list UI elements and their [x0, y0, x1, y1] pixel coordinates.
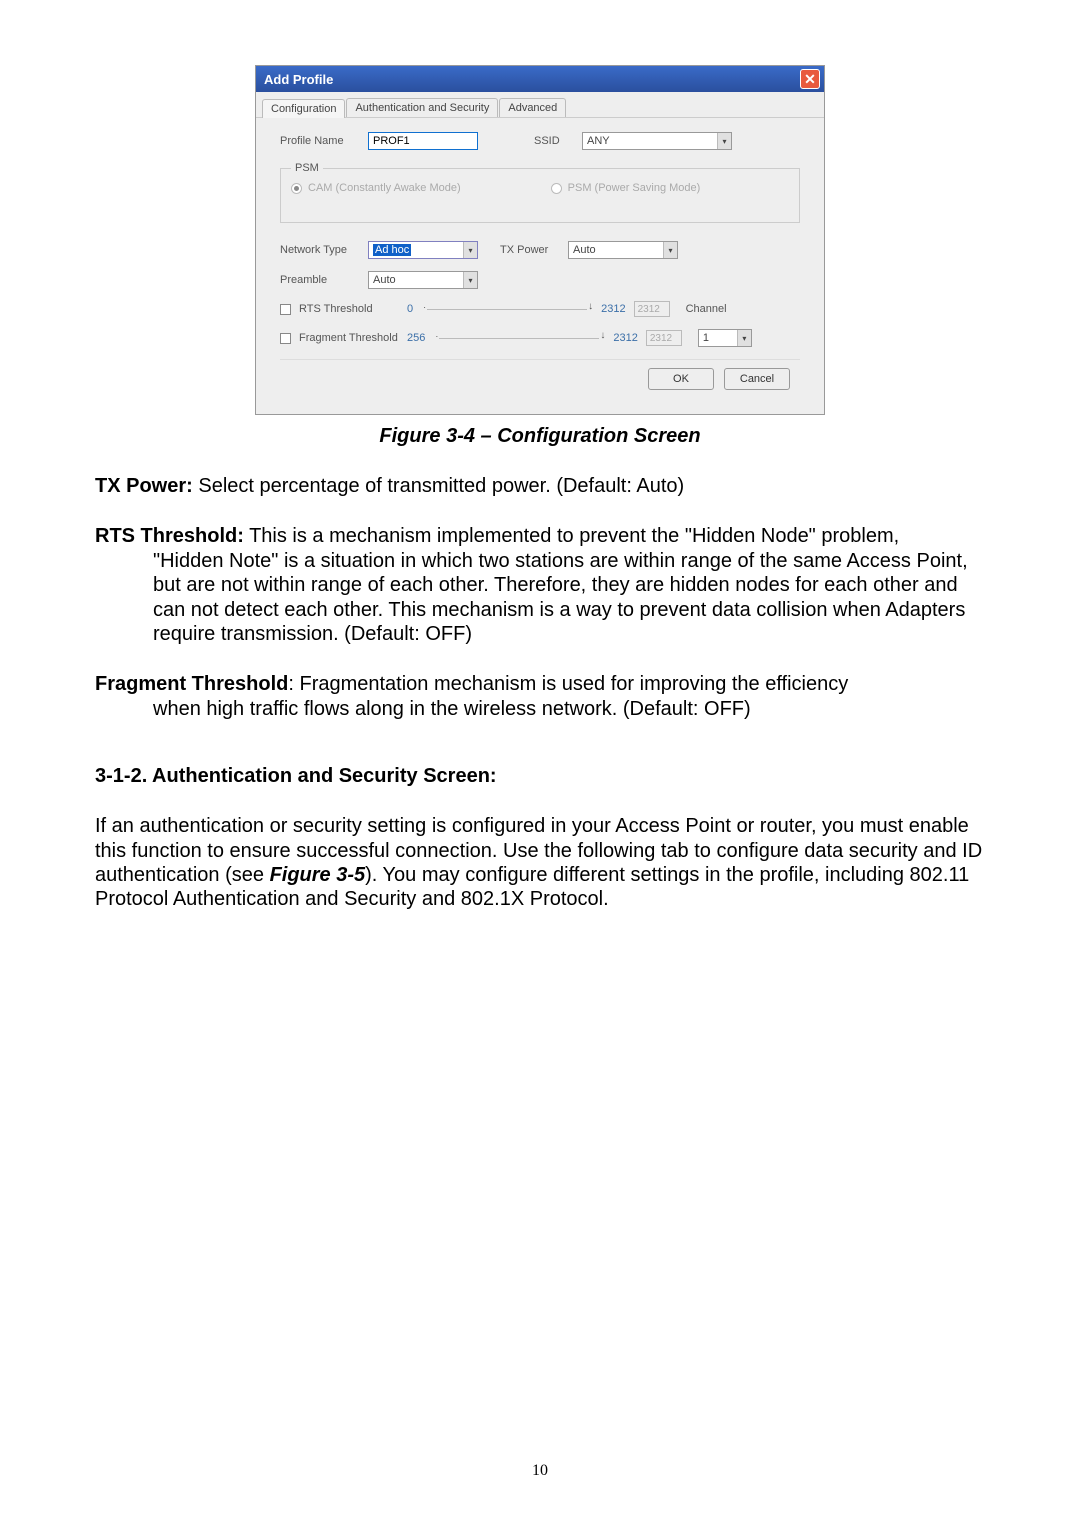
chevron-down-icon: ▾: [463, 242, 477, 258]
text-rts-firstline: This is a mechanism implemented to preve…: [244, 525, 899, 547]
text-frag-rest: when high traffic flows along in the wir…: [95, 697, 985, 721]
psm-legend: PSM: [291, 162, 323, 174]
radio-psm-label: PSM (Power Saving Mode): [568, 182, 701, 194]
frag-min: 256: [407, 332, 425, 344]
profile-name-input[interactable]: [368, 132, 478, 150]
channel-label: Channel: [686, 303, 727, 315]
term-rts: RTS Threshold:: [95, 525, 244, 547]
frag-slider[interactable]: · ↓: [439, 338, 599, 339]
tx-power-value: Auto: [573, 244, 596, 256]
tx-power-select[interactable]: Auto ▾: [568, 241, 678, 259]
channel-select[interactable]: 1 ▾: [698, 329, 752, 347]
ssid-label: SSID: [534, 135, 574, 147]
preamble-label: Preamble: [280, 274, 360, 286]
para-rts: RTS Threshold: This is a mechanism imple…: [95, 524, 985, 646]
close-button[interactable]: ✕: [800, 69, 820, 89]
figure-caption: Figure 3-4 – Configuration Screen: [95, 425, 985, 448]
para-tx-power: TX Power: Select percentage of transmitt…: [95, 474, 985, 498]
rts-value-box: 2312: [634, 301, 670, 317]
tab-authentication[interactable]: Authentication and Security: [346, 98, 498, 117]
term-tx-power: TX Power:: [95, 475, 193, 497]
network-type-value: Ad hoc: [373, 244, 411, 256]
rts-min: 0: [407, 303, 413, 315]
ok-button[interactable]: OK: [648, 368, 714, 390]
text-tx-power: Select percentage of transmitted power. …: [193, 475, 684, 497]
rts-slider[interactable]: · ↓: [427, 309, 587, 310]
channel-value: 1: [703, 332, 709, 344]
text-frag-firstline: : Fragmentation mechanism is used for im…: [288, 673, 848, 695]
dialog-title: Add Profile: [264, 72, 333, 87]
rts-max: 2312: [601, 303, 625, 315]
ssid-select[interactable]: ANY ▾: [582, 132, 732, 150]
figure-reference: Figure 3-5: [270, 864, 366, 886]
network-type-select[interactable]: Ad hoc ▾: [368, 241, 478, 259]
chevron-down-icon: ▾: [463, 272, 477, 288]
radio-psm[interactable]: PSM (Power Saving Mode): [551, 182, 701, 194]
add-profile-dialog: Add Profile ✕ Configuration Authenticati…: [255, 65, 825, 415]
preamble-select[interactable]: Auto ▾: [368, 271, 478, 289]
tx-power-label: TX Power: [500, 244, 560, 256]
body-paragraph: If an authentication or security setting…: [95, 814, 985, 912]
chevron-down-icon: ▾: [717, 133, 731, 149]
page-number: 10: [0, 1462, 1080, 1480]
text-rts-rest: "Hidden Note" is a situation in which tw…: [95, 549, 985, 647]
radio-cam-label: CAM (Constantly Awake Mode): [308, 182, 461, 194]
term-frag: Fragment Threshold: [95, 673, 288, 695]
network-type-label: Network Type: [280, 244, 360, 256]
chevron-down-icon: ▾: [663, 242, 677, 258]
rts-checkbox[interactable]: [280, 304, 291, 315]
preamble-value: Auto: [373, 274, 396, 286]
frag-checkbox[interactable]: [280, 333, 291, 344]
rts-label: RTS Threshold: [299, 303, 399, 315]
radio-icon: [291, 183, 302, 194]
button-row: OK Cancel: [280, 359, 800, 398]
dialog-body: Profile Name SSID ANY ▾ PSM CAM (Constan…: [256, 118, 824, 414]
tab-configuration[interactable]: Configuration: [262, 99, 345, 118]
radio-icon: [551, 183, 562, 194]
profile-name-label: Profile Name: [280, 135, 360, 147]
frag-max: 2312: [613, 332, 637, 344]
cancel-button[interactable]: Cancel: [724, 368, 790, 390]
close-icon: ✕: [804, 71, 816, 88]
ssid-value: ANY: [587, 135, 610, 147]
psm-fieldset: PSM CAM (Constantly Awake Mode) PSM (Pow…: [280, 162, 800, 223]
chevron-down-icon: ▾: [737, 330, 751, 346]
section-heading: 3-1-2. Authentication and Security Scree…: [95, 765, 985, 788]
frag-label: Fragment Threshold: [299, 332, 399, 344]
para-frag: Fragment Threshold: Fragmentation mechan…: [95, 672, 985, 721]
titlebar: Add Profile ✕: [256, 66, 824, 92]
tab-bar: Configuration Authentication and Securit…: [256, 92, 824, 118]
frag-value-box: 2312: [646, 330, 682, 346]
radio-cam[interactable]: CAM (Constantly Awake Mode): [291, 182, 461, 194]
tab-advanced[interactable]: Advanced: [499, 98, 566, 117]
